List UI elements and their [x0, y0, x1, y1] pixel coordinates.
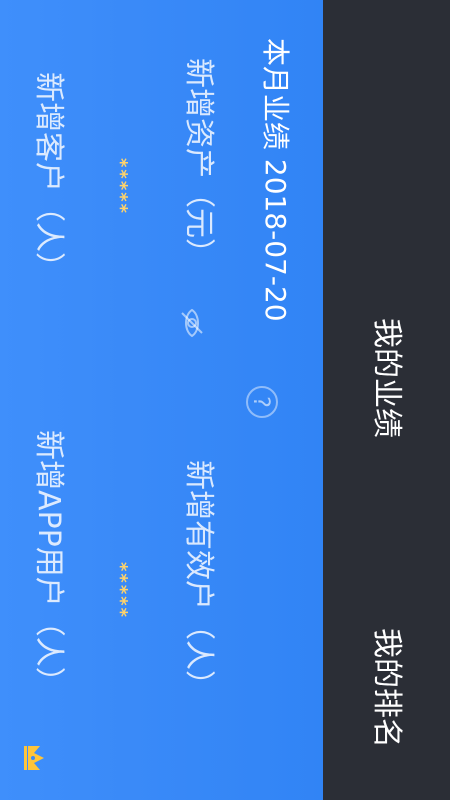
tab-my-performance[interactable]: 我的业绩 — [323, 318, 450, 438]
app-screen: 我的业绩 我的排名 本月业绩 2018-07-20 ? 新增资产（元） 新增有效… — [0, 0, 450, 800]
card-title: 本月业绩 2018-07-20 — [259, 38, 292, 322]
top-tab-bar: 我的业绩 我的排名 — [323, 0, 450, 800]
new-valid-accounts-label: 新增有效户（人） — [181, 460, 216, 700]
new-assets-label: 新增资产（元） — [181, 58, 216, 268]
crown-icon — [24, 746, 44, 770]
new-customers-label: 新增客户（人） — [31, 72, 66, 282]
eye-off-icon[interactable] — [179, 308, 205, 338]
new-customers-value: ***** — [110, 158, 131, 216]
help-icon[interactable]: ? — [246, 386, 278, 418]
performance-card: 本月业绩 2018-07-20 ? 新增资产（元） 新增有效户（人） *****… — [0, 0, 323, 800]
new-app-users-value: ***** — [110, 562, 131, 620]
tab-my-ranking[interactable]: 我的排名 — [323, 628, 450, 748]
new-app-users-label: 新增APP用户（人） — [31, 430, 66, 697]
